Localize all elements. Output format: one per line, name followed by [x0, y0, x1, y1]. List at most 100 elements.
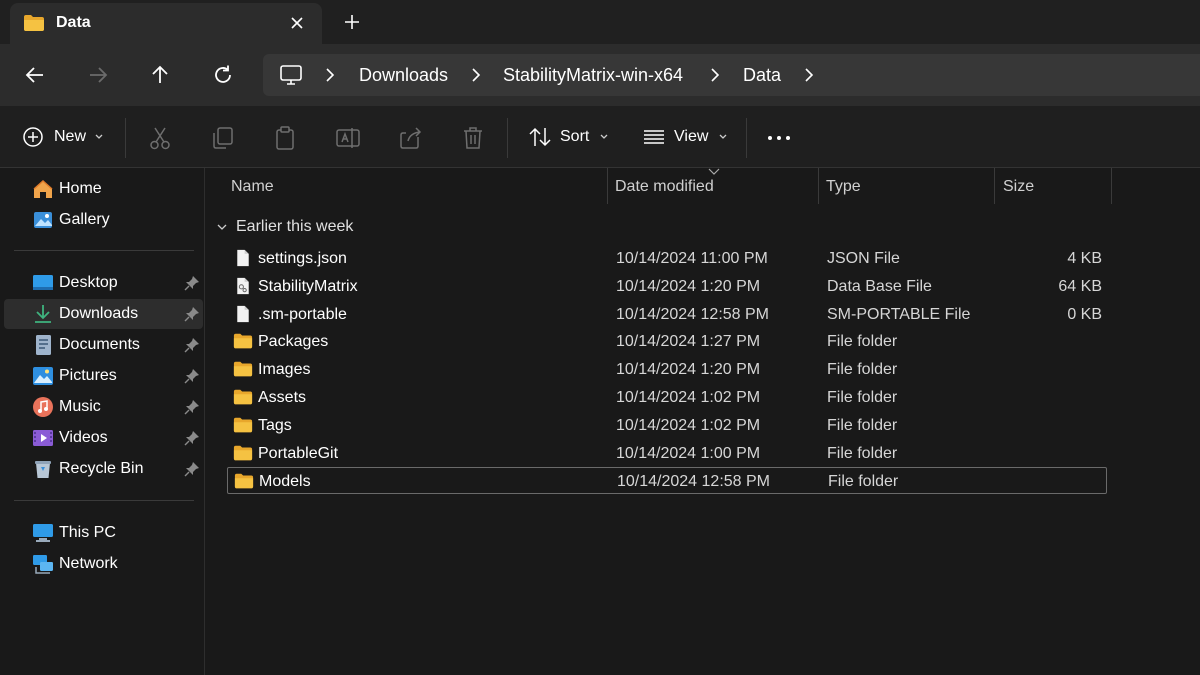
breadcrumb-downloads[interactable]: Downloads [359, 54, 448, 96]
recycle-bin-icon [35, 461, 51, 478]
sidebar-item-downloads[interactable]: Downloads [4, 299, 203, 329]
back-arrow-icon[interactable] [20, 60, 50, 90]
separator [746, 118, 747, 158]
cut-icon[interactable] [147, 125, 173, 151]
cell-type: File folder [827, 333, 898, 351]
sidebar-item-desktop[interactable]: Desktop [4, 268, 203, 298]
file-icon [237, 249, 249, 267]
delete-icon[interactable] [460, 125, 486, 151]
pin-icon[interactable] [184, 399, 200, 415]
column-header-date-modified[interactable]: Date modified [615, 178, 714, 196]
more-options-icon[interactable] [766, 125, 792, 151]
cell-name: .sm-portable [258, 305, 347, 323]
table-row[interactable]: settings.json 10/14/2024 11:00 PM JSON Fil… [227, 245, 1107, 272]
cell-date-modified: 10/14/2024 1:00 PM [616, 444, 761, 462]
monitor-icon[interactable] [279, 64, 303, 86]
chevron-right-icon[interactable] [467, 66, 485, 84]
column-header-name[interactable]: Name [231, 178, 274, 196]
chevron-right-icon[interactable] [321, 66, 339, 84]
sidebar-item-network[interactable]: Network [4, 549, 203, 579]
breadcrumb-data[interactable]: Data [743, 54, 781, 96]
sidebar-item-label: Network [59, 555, 118, 572]
sort-button[interactable]: Sort [528, 121, 609, 153]
column-separator[interactable] [1111, 168, 1112, 204]
sidebar-item-gallery[interactable]: Gallery [4, 205, 203, 235]
videos-icon [33, 430, 53, 446]
folder-icon [233, 361, 253, 377]
pin-icon[interactable] [184, 368, 200, 384]
new-button[interactable]: New [22, 121, 104, 153]
pin-icon[interactable] [184, 337, 200, 353]
new-button-label: New [54, 128, 87, 145]
pin-icon[interactable] [184, 430, 200, 446]
cell-type: Data Base File [827, 277, 932, 295]
rename-icon[interactable] [335, 125, 361, 151]
view-button[interactable]: View [642, 121, 728, 153]
forward-arrow-icon[interactable] [83, 60, 113, 90]
folder-icon [233, 445, 253, 460]
pin-icon[interactable] [184, 461, 200, 477]
separator [507, 118, 508, 158]
sidebar-item-label: Pictures [59, 367, 117, 384]
sidebar-item-pictures[interactable]: Pictures [4, 361, 203, 391]
table-row[interactable]: Assets 10/14/2024 1:02 PM File folder [227, 384, 1107, 411]
share-icon[interactable] [398, 125, 424, 151]
gallery-icon [34, 212, 52, 228]
divider [14, 250, 194, 251]
pin-icon[interactable] [184, 275, 200, 291]
cell-type: File folder [827, 389, 898, 406]
plus-circle-icon [23, 127, 43, 147]
sidebar-item-label: Recycle Bin [59, 460, 144, 477]
cell-name: Packages [258, 333, 329, 351]
cell-type: File folder [827, 416, 898, 434]
sort-icon [529, 127, 551, 147]
file-icon [237, 305, 249, 322]
cell-date-modified: 10/14/2024 1:02 PM [616, 389, 761, 406]
plus-icon[interactable] [340, 10, 364, 34]
breadcrumb-stabilitymatrix[interactable]: StabilityMatrix-win-x64 [503, 54, 683, 96]
cell-date-modified: 10/14/2024 1:02 PM [616, 416, 761, 434]
refresh-icon[interactable] [208, 60, 238, 90]
cell-date-modified: 10/14/2024 1:20 PM [616, 277, 761, 295]
pin-icon[interactable] [184, 306, 200, 322]
file-list: Name Date modified Type Size Earlier thi… [206, 168, 1200, 675]
sidebar-item-label: Music [59, 398, 101, 415]
table-row[interactable]: .sm-portable 10/14/2024 12:58 PM SM-PORTAB… [227, 301, 1107, 328]
cell-size: 0 KB [1067, 305, 1102, 323]
view-button-label: View [674, 128, 709, 145]
chevron-down-icon [95, 134, 103, 139]
network-icon [33, 555, 53, 574]
sidebar-item-home[interactable]: Home [4, 174, 203, 204]
column-separator[interactable] [607, 168, 608, 204]
column-header-type[interactable]: Type [826, 178, 861, 196]
sidebar-item-this-pc[interactable]: This PC [4, 518, 203, 548]
sidebar-item-music[interactable]: Music [4, 392, 203, 422]
chevron-down-icon[interactable] [216, 221, 228, 233]
cell-name: settings.json [258, 250, 347, 267]
copy-icon[interactable] [210, 125, 236, 151]
tab-data[interactable]: Data [10, 3, 322, 44]
sidebar-item-videos[interactable]: Videos [4, 423, 203, 453]
chevron-right-icon[interactable] [800, 66, 818, 84]
table-row[interactable]: Packages 10/14/2024 1:27 PM File folder [227, 328, 1107, 355]
close-icon[interactable] [285, 11, 309, 35]
address-bar[interactable]: Downloads StabilityMatrix-win-x64 Data [263, 54, 1200, 96]
table-row[interactable]: Images 10/14/2024 1:20 PM File folder [227, 356, 1107, 383]
column-separator[interactable] [818, 168, 819, 204]
table-row[interactable]: PortableGit 10/14/2024 1:00 PM File folder [227, 440, 1107, 467]
sidebar-item-documents[interactable]: Documents [4, 330, 203, 360]
tab-bar: Data [0, 0, 1200, 44]
cell-type: JSON File [827, 250, 900, 267]
group-header[interactable]: Earlier this week [216, 216, 353, 238]
paste-icon[interactable] [272, 125, 298, 151]
chevron-right-icon[interactable] [706, 66, 724, 84]
column-header-size[interactable]: Size [1003, 178, 1034, 196]
cell-type: File folder [828, 473, 899, 491]
table-row[interactable]: StabilityMatrix 10/14/2024 1:20 PM Data Ba… [227, 273, 1107, 300]
sidebar-item-recycle-bin[interactable]: Recycle Bin [4, 454, 203, 484]
folder-icon [233, 417, 253, 433]
column-separator[interactable] [994, 168, 995, 204]
table-row[interactable]: Models 10/14/2024 12:58 PM File folder [227, 467, 1107, 495]
up-arrow-icon[interactable] [145, 60, 175, 90]
table-row[interactable]: Tags 10/14/2024 1:02 PM File folder [227, 412, 1107, 439]
